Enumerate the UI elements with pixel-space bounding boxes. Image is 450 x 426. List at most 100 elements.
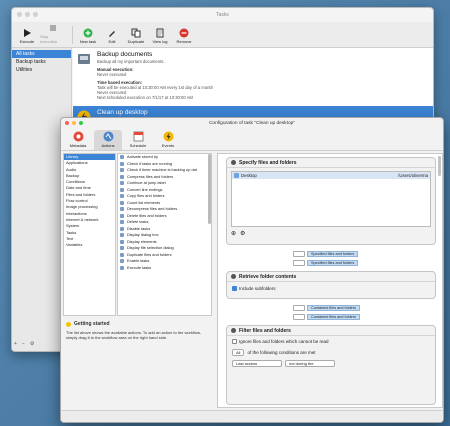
connector-row: Contained files and folders	[293, 313, 360, 320]
step-menu-icon[interactable]	[231, 274, 236, 279]
action-icon	[120, 246, 124, 251]
plus-icon	[83, 27, 94, 38]
remove-group-icon[interactable]: −	[22, 341, 25, 347]
view-log-button[interactable]: View log	[149, 27, 171, 44]
play-icon	[22, 27, 33, 38]
lightning-icon	[163, 131, 174, 142]
actions-list: Activate stored by Check if tasks are ru…	[117, 153, 212, 316]
tab-events[interactable]: Events	[154, 130, 182, 150]
workflow-scrollbar[interactable]	[438, 156, 441, 176]
status-text: Never executed	[97, 72, 127, 77]
sidebar-item-backup-tasks[interactable]: Backup tasks	[12, 58, 71, 66]
tab-actions[interactable]: Actions	[94, 130, 122, 150]
step-specify-files[interactable]: Specify files and folders Desktop /Users…	[226, 157, 436, 245]
action-icon	[120, 181, 124, 186]
task-item-backup-documents[interactable]: Backup documents Backup all my important…	[73, 48, 433, 103]
pencil-icon	[107, 27, 118, 38]
action-icon	[120, 174, 124, 179]
action-icon	[120, 207, 124, 212]
input-toggle[interactable]	[293, 313, 305, 320]
workflow-area: Specify files and folders Desktop /Users…	[217, 153, 443, 408]
connector-row: Contained files and folders	[293, 304, 360, 311]
log-icon	[155, 27, 166, 38]
variable-label[interactable]: Contained files and folders	[307, 313, 360, 320]
step-filter-files[interactable]: Filter files and folders Ignore files an…	[226, 325, 436, 405]
action-icon	[120, 252, 124, 257]
action-icon	[120, 194, 124, 199]
duplicate-icon	[131, 27, 142, 38]
help-panel: Getting started The list above shows the…	[63, 318, 212, 398]
remove-button[interactable]: Remove	[173, 27, 195, 44]
action-icon	[120, 233, 124, 238]
variable-label[interactable]: Contained files and folders	[307, 304, 360, 311]
duplicate-button[interactable]: Duplicate	[125, 27, 147, 44]
option-row: Include subfolders	[227, 282, 435, 295]
config-tabs: Metadata Actions Schedule Events	[61, 129, 443, 151]
actions-icon	[103, 131, 114, 142]
config-bottom-bar	[61, 410, 443, 422]
add-group-icon[interactable]: +	[14, 341, 17, 347]
action-icon	[120, 220, 124, 225]
config-window-title: Configuration of task "Clean up desktop"	[208, 121, 296, 126]
action-icon	[120, 259, 124, 264]
ignore-unreadable-checkbox[interactable]	[232, 339, 237, 345]
step-title: Specify files and folders	[239, 159, 297, 166]
output-toggle[interactable]	[293, 304, 305, 311]
folder-icon	[234, 173, 239, 179]
help-title: Getting started	[74, 321, 110, 327]
library-item[interactable]: Variables	[64, 242, 115, 248]
task-title: Clean up desktop	[97, 109, 148, 116]
main-window-title: Tasks	[216, 12, 229, 18]
condition-row: Last access not during the	[227, 358, 435, 369]
condition-header-row: All of the following conditions are met	[227, 347, 435, 358]
action-icon	[120, 200, 124, 205]
tag-icon	[73, 131, 84, 142]
file-list-controls: ⊕ ⚙	[227, 230, 435, 237]
step-retrieve-folder-contents[interactable]: Retrieve folder contents Include subfold…	[226, 271, 436, 299]
match-select[interactable]: All	[232, 349, 245, 357]
action-icon	[120, 226, 124, 231]
operator-select[interactable]: not during the	[285, 360, 335, 368]
task-description: Backup all my important documents.	[97, 59, 165, 64]
new-task-button[interactable]: New task	[77, 27, 99, 44]
window-controls[interactable]	[17, 12, 38, 17]
step-menu-icon[interactable]	[231, 160, 236, 165]
main-toolbar: Execute Stop execution New task Edit Dup…	[12, 22, 433, 48]
variable-label[interactable]: Specified files and folders	[307, 250, 359, 257]
gear-icon[interactable]: ⚙	[240, 230, 245, 237]
actions-scrollbar[interactable]	[208, 154, 211, 224]
tab-metadata[interactable]: Metadata	[64, 130, 92, 150]
calendar-icon	[133, 131, 144, 142]
include-subfolders-checkbox[interactable]	[232, 286, 237, 292]
sidebar-item-utilities[interactable]: Utilities	[12, 66, 71, 74]
add-file-icon[interactable]: ⊕	[231, 230, 236, 237]
action-icon	[120, 168, 124, 173]
lightbulb-icon	[66, 321, 71, 327]
toolbar-separator	[72, 26, 73, 44]
edit-button[interactable]: Edit	[101, 27, 123, 44]
step-menu-icon[interactable]	[231, 328, 236, 333]
output-toggle[interactable]	[293, 250, 305, 257]
tab-schedule[interactable]: Schedule	[124, 130, 152, 150]
config-window-controls[interactable]	[65, 121, 83, 125]
sidebar-item-all-tasks[interactable]: All tasks	[12, 50, 71, 58]
variable-label[interactable]: Specified files and folders	[307, 259, 359, 266]
action-icon	[120, 239, 124, 244]
action-icon	[120, 265, 124, 270]
sidebar-footer: + − ⚙	[14, 341, 34, 347]
file-list[interactable]: Desktop /Users/oliverma	[231, 171, 431, 227]
file-row[interactable]: Desktop /Users/oliverma	[232, 172, 430, 179]
stop-icon	[48, 22, 59, 33]
stop-execution-button[interactable]: Stop execution	[40, 22, 66, 44]
action-item[interactable]: Execute tasks	[118, 265, 211, 272]
gear-icon[interactable]: ⚙	[30, 341, 34, 347]
execute-button[interactable]: Execute	[16, 27, 38, 44]
remove-icon	[179, 27, 190, 38]
task-title: Backup documents	[97, 51, 153, 58]
property-select[interactable]: Last access	[232, 360, 282, 368]
input-toggle[interactable]	[293, 259, 305, 266]
option-row: Ignore files and folders which cannot be…	[227, 336, 435, 347]
backup-task-icon	[77, 52, 91, 66]
action-icon	[120, 213, 124, 218]
connector-row: Specified files and folders	[293, 259, 359, 266]
